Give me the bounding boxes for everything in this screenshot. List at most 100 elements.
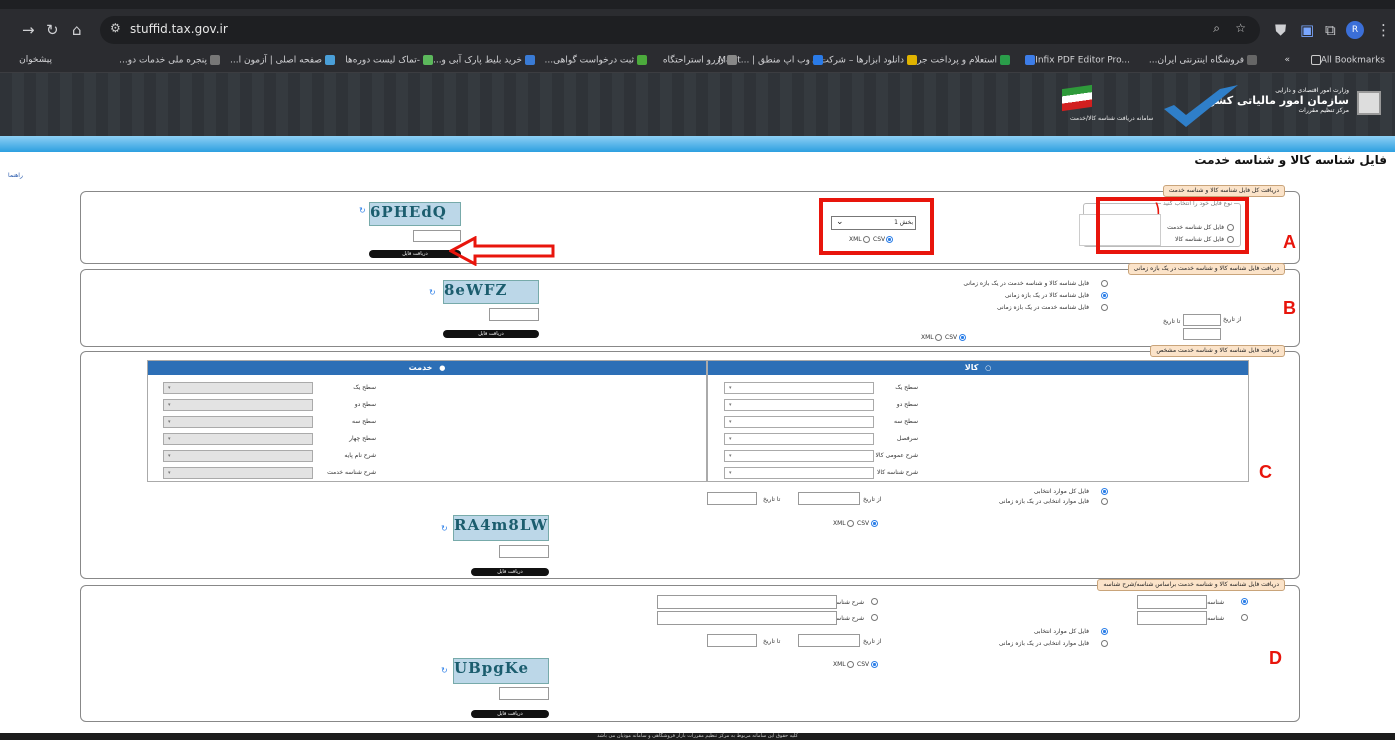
radio-d-service-id[interactable] — [1241, 614, 1248, 621]
iran-flag-icon — [1062, 84, 1092, 112]
goods-level1-select[interactable]: ▾ — [724, 382, 874, 394]
radio-csv-a[interactable] — [886, 236, 893, 243]
bookmark-1[interactable]: فروشگاه اینترنتی ایران... — [1149, 55, 1257, 66]
from-date-input-b[interactable] — [1183, 314, 1221, 326]
bookmark-2[interactable]: Infix PDF Editor Pro... — [1022, 55, 1130, 66]
extensions-icon[interactable]: ⧉ — [1325, 21, 1336, 39]
section-b: دریافت فایل شناسه کالا و شناسه خدمت در ی… — [80, 263, 1300, 347]
star-icon[interactable]: ☆ — [1235, 21, 1246, 35]
captcha-refresh-icon[interactable]: ↻ — [429, 288, 436, 297]
radio-xml-a[interactable] — [863, 236, 870, 243]
service-level2-select[interactable]: ▾ — [163, 399, 313, 411]
radio-b-goods[interactable] — [1101, 292, 1108, 299]
goods-general-desc-label: شرح عمومی کالا — [875, 452, 919, 459]
address-bar[interactable]: ⚙ stuffid.tax.gov.ir ⌕ ☆ — [100, 16, 1260, 44]
bookmark-6[interactable]: رزرو استراحتگاه — [663, 55, 737, 66]
radio-d-service-desc[interactable] — [871, 614, 878, 621]
radio-c-range-label: فایل موارد انتخابی در یک بازه زمانی — [998, 498, 1089, 505]
radio-b-service[interactable] — [1101, 304, 1108, 311]
captcha-refresh-icon[interactable]: ↻ — [441, 524, 448, 533]
captcha-input[interactable] — [499, 687, 549, 700]
service-id-desc-select[interactable]: ▾ — [163, 467, 313, 479]
from-date-input-c[interactable] — [798, 492, 860, 505]
radio-csv-b[interactable] — [959, 334, 966, 341]
radio-c-range[interactable] — [1101, 498, 1108, 505]
radio-service-panel[interactable]: ● — [439, 364, 445, 372]
goods-id-desc-select[interactable]: ▾ — [724, 467, 874, 479]
goods-general-desc-select[interactable]: ▾ — [724, 450, 874, 462]
reload-icon[interactable]: ↻ — [46, 21, 59, 39]
service-id-desc-label: شرح شناسه خدمت — [327, 469, 376, 476]
bookmark-8[interactable]: خرید بلیط پارک آبی و... — [433, 55, 535, 66]
menu-icon[interactable]: ⋮ — [1376, 21, 1391, 39]
radio-c-all[interactable] — [1101, 488, 1108, 495]
annotation-arrow-icon — [449, 236, 555, 266]
section-letter-d: D — [1269, 648, 1282, 668]
radio-d-goods-desc[interactable] — [871, 598, 878, 605]
bookmark-3[interactable]: استعلام و پرداخت جر... — [909, 55, 1010, 66]
radio-xml-b[interactable] — [935, 334, 942, 341]
radio-b-both[interactable] — [1101, 280, 1108, 287]
goods-heading-select[interactable]: ▾ — [724, 433, 874, 445]
home-icon[interactable]: ⌂ — [72, 21, 82, 39]
help-link[interactable]: راهنما — [8, 172, 23, 179]
radio-xml-c[interactable] — [847, 520, 854, 527]
radio-d-all[interactable] — [1101, 628, 1108, 635]
goods-desc-input[interactable] — [657, 595, 837, 609]
radio-csv-c[interactable] — [871, 520, 878, 527]
zoom-icon[interactable]: ⌕ — [1213, 21, 1220, 36]
captcha-image: 8eWFZ — [443, 280, 539, 304]
download-button-a[interactable]: دریافت فایل — [369, 250, 461, 258]
radio-csv-d[interactable] — [871, 661, 878, 668]
radio-goods-panel[interactable]: ○ — [985, 364, 991, 372]
bookmark-10[interactable]: صفحه اصلی | آزمون ا... — [230, 55, 335, 66]
forward-icon[interactable]: → — [22, 21, 35, 39]
to-date-input-b[interactable] — [1183, 328, 1221, 340]
captcha-input[interactable] — [499, 545, 549, 558]
from-date-label-d: از تاریخ — [863, 638, 882, 645]
profile-avatar[interactable]: R — [1346, 21, 1364, 39]
captcha-input[interactable] — [489, 308, 539, 321]
radio-d-range[interactable] — [1101, 640, 1108, 647]
radio-xml-d[interactable] — [847, 661, 854, 668]
goods-id-input[interactable] — [1137, 595, 1207, 609]
site-info-icon[interactable]: ⚙ — [110, 21, 121, 35]
goods-title: کالا — [964, 363, 979, 372]
all-bookmarks[interactable]: All Bookmarks — [1308, 55, 1385, 66]
bookmark-11[interactable]: پنجره ملی خدمات دو... — [119, 55, 220, 66]
download-button-b[interactable]: دریافت فایل — [443, 330, 539, 338]
goods-level3-select[interactable]: ▾ — [724, 416, 874, 428]
section-d: دریافت فایل شناسه کالا و شناسه خدمت براس… — [80, 579, 1300, 722]
translate-extension-icon[interactable]: ▣ — [1300, 21, 1314, 39]
service-level1-select[interactable]: ▾ — [163, 382, 313, 394]
shield-extension-icon[interactable]: ⛊ — [1275, 21, 1286, 39]
captcha-refresh-icon[interactable]: ↻ — [441, 666, 448, 675]
bookmark-9[interactable]: -تماک لیست دوره‌ها — [345, 55, 433, 66]
download-button-c[interactable]: دریافت فایل — [471, 568, 549, 576]
radio-d-goods-id[interactable] — [1241, 598, 1248, 605]
download-button-d[interactable]: دریافت فایل — [471, 710, 549, 718]
service-desc-input[interactable] — [657, 611, 837, 625]
bookmark-4[interactable]: دانلود ابزارها – شرکت... — [812, 55, 917, 66]
section-c-legend: دریافت فایل شناسه کالا و شناسه خدمت مشخص — [1150, 345, 1285, 357]
bookmark-7[interactable]: ثبت درخواست گواهی... — [545, 55, 647, 66]
section-b-legend: دریافت فایل شناسه کالا و شناسه خدمت در ی… — [1127, 263, 1285, 275]
to-date-input-d[interactable] — [707, 634, 757, 647]
service-id-input[interactable] — [1137, 611, 1207, 625]
section-a: دریافت کل فایل شناسه کالا و شناسه خدمت ن… — [80, 185, 1300, 266]
service-panel: خدمت ● ▾ سطح یک ▾ سطح دو ▾ سطح سه ▾ سطح … — [147, 360, 707, 482]
to-date-input-c[interactable] — [707, 492, 757, 505]
part-select[interactable]: بخش 1 ⌄ — [831, 216, 916, 230]
checkmark-logo-icon — [1164, 85, 1238, 127]
from-date-input-d[interactable] — [798, 634, 860, 647]
bookmark-12[interactable]: پیشخوان — [19, 55, 52, 65]
service-base-name-select[interactable]: ▾ — [163, 450, 313, 462]
service-level3-select[interactable]: ▾ — [163, 416, 313, 428]
captcha-image: RA4m8LW — [453, 515, 549, 541]
service-level4-label: سطح چهار — [349, 435, 376, 442]
bookmarks-more[interactable]: » — [1284, 55, 1290, 65]
service-level4-select[interactable]: ▾ — [163, 433, 313, 445]
captcha-refresh-icon[interactable]: ↻ — [359, 206, 366, 215]
goods-level2-select[interactable]: ▾ — [724, 399, 874, 411]
bookmark-icon — [325, 55, 335, 65]
